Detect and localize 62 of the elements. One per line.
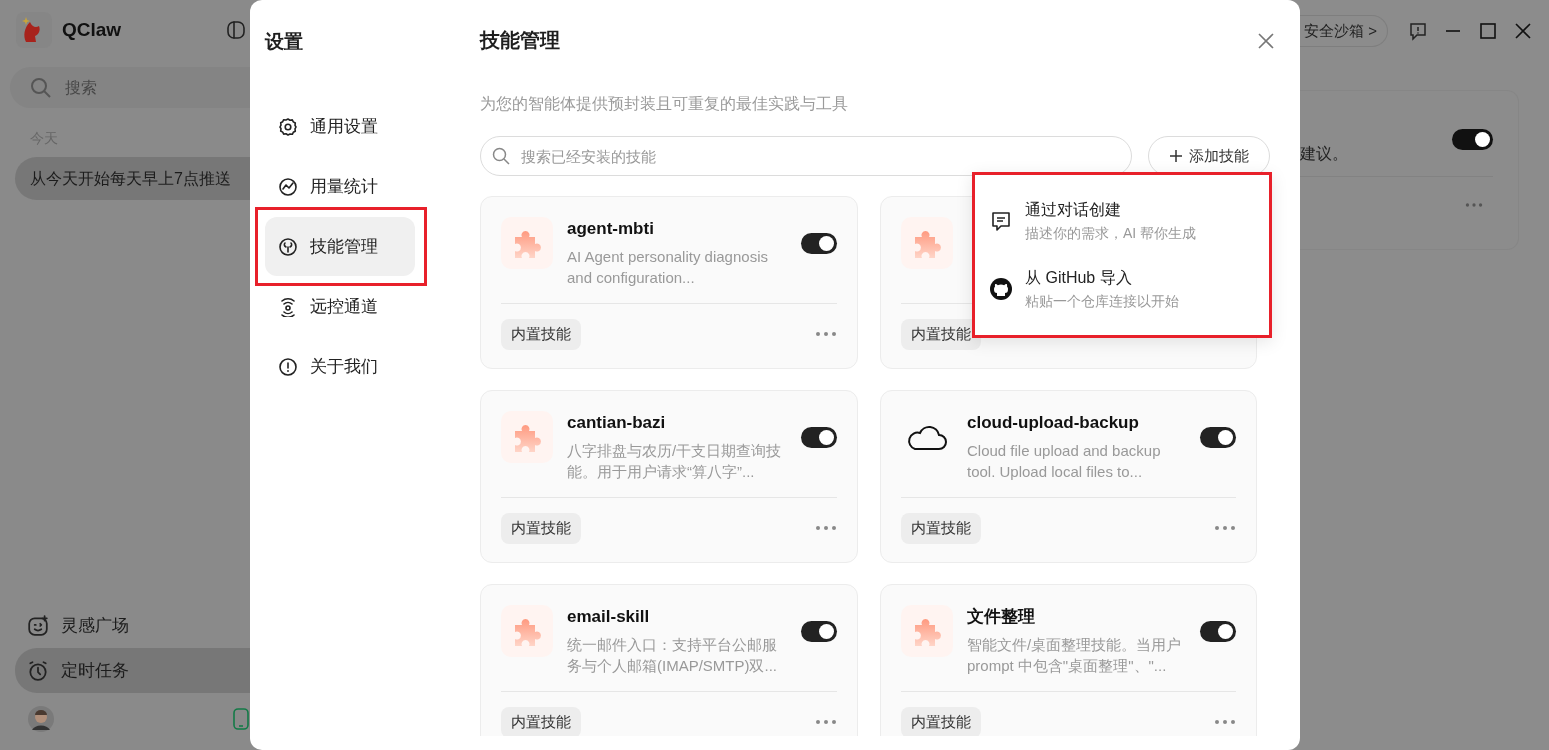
github-icon bbox=[989, 277, 1013, 301]
skill-tag: 内置技能 bbox=[901, 707, 981, 736]
more-icon[interactable] bbox=[815, 331, 837, 338]
skill-name: agent-mbti bbox=[567, 218, 655, 240]
search-icon bbox=[30, 77, 52, 99]
chart-icon bbox=[278, 176, 298, 197]
signal-icon bbox=[278, 296, 298, 317]
skill-name: cloud-upload-backup bbox=[967, 412, 1140, 434]
skill-name: cantian-bazi bbox=[567, 412, 667, 434]
skill-search-field[interactable]: 搜索已经安装的技能 bbox=[480, 136, 1132, 176]
skill-description: Cloud file upload and backup tool. Upload local files to... bbox=[967, 441, 1162, 482]
menu-item-hint: 粘贴一个仓库连接以开始 bbox=[1025, 292, 1179, 311]
skill-description: 智能文件/桌面整理技能。当用户prompt 中包含"桌面整理"、"... bbox=[967, 635, 1183, 676]
feedback-icon[interactable] bbox=[1408, 21, 1428, 41]
sidebar-item[interactable]: 定时任务 bbox=[15, 648, 250, 693]
settings-nav-item[interactable]: 技能管理 bbox=[265, 217, 415, 276]
gear-icon bbox=[278, 116, 298, 137]
more-icon[interactable] bbox=[1214, 719, 1236, 726]
skill-description: 八字排盘与农历/干支日期查询技能。用于用户请求“算八字”... bbox=[567, 441, 783, 482]
avatar-icon[interactable] bbox=[28, 706, 54, 732]
skill-name: email-skill bbox=[567, 606, 651, 628]
skill-tag: 内置技能 bbox=[501, 707, 581, 736]
search-field[interactable]: 搜索 bbox=[10, 67, 250, 108]
more-icon[interactable] bbox=[815, 525, 837, 532]
plus-icon bbox=[1169, 149, 1183, 163]
more-icon[interactable] bbox=[1214, 525, 1236, 532]
search-icon bbox=[492, 147, 510, 165]
smiley-icon bbox=[27, 614, 49, 637]
chat-history-item[interactable]: 从今天开始每天早上7点推送 bbox=[15, 157, 250, 200]
app-name: QClaw bbox=[62, 17, 122, 42]
sidebar-toggle-icon[interactable] bbox=[226, 20, 246, 40]
info-icon bbox=[278, 356, 298, 377]
menu-item-hint: 描述你的需求，AI 帮你生成 bbox=[1025, 224, 1197, 243]
settings-nav-item[interactable]: 关于我们 bbox=[265, 337, 415, 396]
skill-tag: 内置技能 bbox=[901, 513, 981, 544]
maximize-icon[interactable] bbox=[1478, 21, 1498, 41]
toggle-switch[interactable] bbox=[1200, 427, 1236, 448]
toggle-switch[interactable] bbox=[801, 427, 837, 448]
settings-title: 设置 bbox=[265, 29, 304, 54]
toggle-switch[interactable] bbox=[801, 233, 837, 254]
page-title: 技能管理 bbox=[480, 28, 560, 53]
skill-tag: 内置技能 bbox=[501, 513, 581, 544]
alarm-clock-icon bbox=[27, 659, 49, 682]
settings-nav-item[interactable]: 用量统计 bbox=[265, 157, 415, 216]
skill-tag: 内置技能 bbox=[501, 319, 581, 350]
settings-nav-item[interactable]: 通用设置 bbox=[265, 97, 415, 156]
skill-name: 文件整理 bbox=[967, 606, 1036, 628]
toggle-switch[interactable] bbox=[801, 621, 837, 642]
close-icon bbox=[1256, 30, 1276, 51]
card-description: 建议。 bbox=[1300, 144, 1349, 164]
more-icon[interactable] bbox=[815, 719, 837, 726]
skill-tag: 内置技能 bbox=[901, 319, 981, 350]
toggle-switch[interactable] bbox=[1452, 129, 1493, 150]
toggle-switch[interactable] bbox=[1200, 621, 1236, 642]
sidebar-item[interactable]: 灵感广场 bbox=[15, 603, 250, 648]
menu-item[interactable]: 通过对话创建 描述你的需求，AI 帮你生成 bbox=[975, 187, 1269, 255]
settings-nav-item[interactable]: 远控通道 bbox=[265, 277, 415, 336]
page-subtitle: 为您的智能体提供预封装且可重复的最佳实践与工具 bbox=[480, 94, 849, 114]
skill-description: 统一邮件入口：支持平台公邮服务与个人邮箱(IMAP/SMTP)双... bbox=[567, 635, 778, 676]
chat-icon bbox=[989, 209, 1013, 233]
skill-description: AI Agent personality diagnosis and configuration... bbox=[567, 247, 769, 288]
close-icon[interactable] bbox=[1513, 21, 1533, 41]
